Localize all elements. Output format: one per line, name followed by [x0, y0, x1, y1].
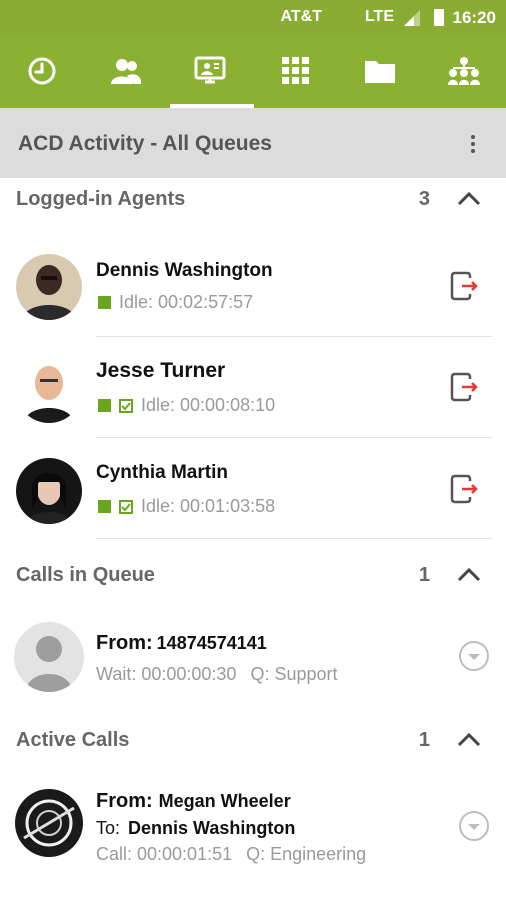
agent-name: Cynthia Martin: [96, 462, 228, 483]
avatar: [16, 357, 82, 423]
logout-agent-icon[interactable]: [448, 371, 480, 403]
section-count: 1: [418, 729, 430, 751]
agent-row[interactable]: Jesse Turner Idle: 00:00:08:10: [0, 337, 506, 437]
logout-agent-icon[interactable]: [448, 270, 480, 302]
section-title: Logged-in Agents: [16, 188, 186, 210]
agent-name: Jesse Turner: [96, 359, 226, 382]
callee-name: Dennis Washington: [128, 818, 296, 838]
agent-idle-time: Idle: 00:01:03:58: [141, 496, 276, 516]
section-count: 1: [418, 564, 430, 586]
tab-hierarchy[interactable]: [422, 34, 506, 108]
status-square-icon: [98, 500, 111, 513]
contacts-icon: [111, 59, 142, 84]
page-header: ACD Activity - All Queues: [0, 108, 506, 178]
avatar: [16, 254, 82, 320]
checkbox-icon: [119, 398, 133, 413]
agent-status: Idle: 00:00:08:10: [98, 395, 275, 416]
caller-name: Megan Wheeler: [158, 791, 291, 811]
agent-row[interactable]: Cynthia Martin Idle: 00:01:03:58: [0, 438, 506, 538]
dialpad-icon: [282, 57, 309, 84]
agent-idle-time: Idle: 00:00:08:10: [141, 395, 276, 415]
tab-files[interactable]: [338, 34, 422, 108]
tab-contacts[interactable]: [84, 34, 168, 108]
section-logged-in-agents[interactable]: Logged-in Agents 3: [0, 178, 506, 222]
call-duration: Call: 00:00:01:51: [96, 844, 233, 864]
avatar: [14, 622, 84, 692]
chevron-up-icon[interactable]: [456, 564, 482, 584]
expand-down-icon[interactable]: [458, 810, 490, 842]
folder-icon: [365, 61, 395, 83]
status-square-icon: [98, 296, 111, 309]
section-calls-in-queue[interactable]: Calls in Queue 1: [0, 554, 506, 598]
queue-call-row[interactable]: From: 14874574141 Wait: 00:00:00:30 Q: Sup…: [0, 612, 506, 708]
tab-acd-activity[interactable]: [168, 34, 252, 108]
agent-idle-time: Idle: 00:02:57:57: [119, 292, 254, 312]
active-call-row[interactable]: From: Megan Wheeler To: Dennis Washington …: [0, 776, 506, 876]
agent-status: Idle: 00:01:03:58: [98, 496, 275, 517]
from-label: From:: [96, 632, 153, 654]
avatar: [16, 458, 82, 524]
wait-time: Wait: 00:00:00:30: [96, 664, 237, 684]
section-title: Calls in Queue: [16, 564, 155, 586]
logout-agent-icon[interactable]: [448, 473, 480, 505]
section-count: 3: [418, 188, 430, 210]
section-title: Active Calls: [16, 729, 130, 751]
status-square-icon: [98, 399, 111, 412]
page-title: ACD Activity - All Queues: [18, 132, 272, 155]
agent-status: Idle: 00:02:57:57: [98, 292, 253, 313]
checkbox-icon: [119, 499, 133, 514]
caller-number: 14874574141: [156, 633, 267, 653]
hierarchy-icon: [448, 57, 480, 85]
chevron-up-icon[interactable]: [456, 729, 482, 749]
tab-history[interactable]: [0, 34, 84, 108]
clock: 16:20: [452, 8, 496, 27]
main-toolbar: [0, 34, 506, 108]
carrier-label: AT&T: [280, 8, 322, 25]
network-type: LTE: [364, 8, 394, 25]
acd-monitor-icon: [194, 56, 226, 84]
agent-row[interactable]: Dennis Washington Idle: 00:02:57:57: [0, 236, 506, 336]
to-label: To:: [96, 818, 121, 838]
queue-name: Q: Engineering: [246, 844, 367, 864]
from-label: From:: [96, 790, 153, 812]
tab-dialpad[interactable]: [254, 34, 338, 108]
expand-down-icon[interactable]: [458, 640, 490, 672]
status-bar: AT&T LTE 16:20: [0, 0, 506, 34]
queue-name: Q: Support: [250, 664, 338, 684]
overflow-menu-button[interactable]: [462, 130, 484, 158]
agent-name: Dennis Washington: [96, 260, 273, 281]
section-active-calls[interactable]: Active Calls 1: [0, 719, 506, 763]
divider: [96, 538, 492, 539]
signal-icon: [404, 10, 420, 26]
avatar: [14, 788, 84, 858]
more-vert-icon: [471, 135, 475, 139]
history-icon: [28, 57, 56, 85]
battery-icon: [434, 9, 444, 26]
chevron-up-icon[interactable]: [456, 188, 482, 208]
